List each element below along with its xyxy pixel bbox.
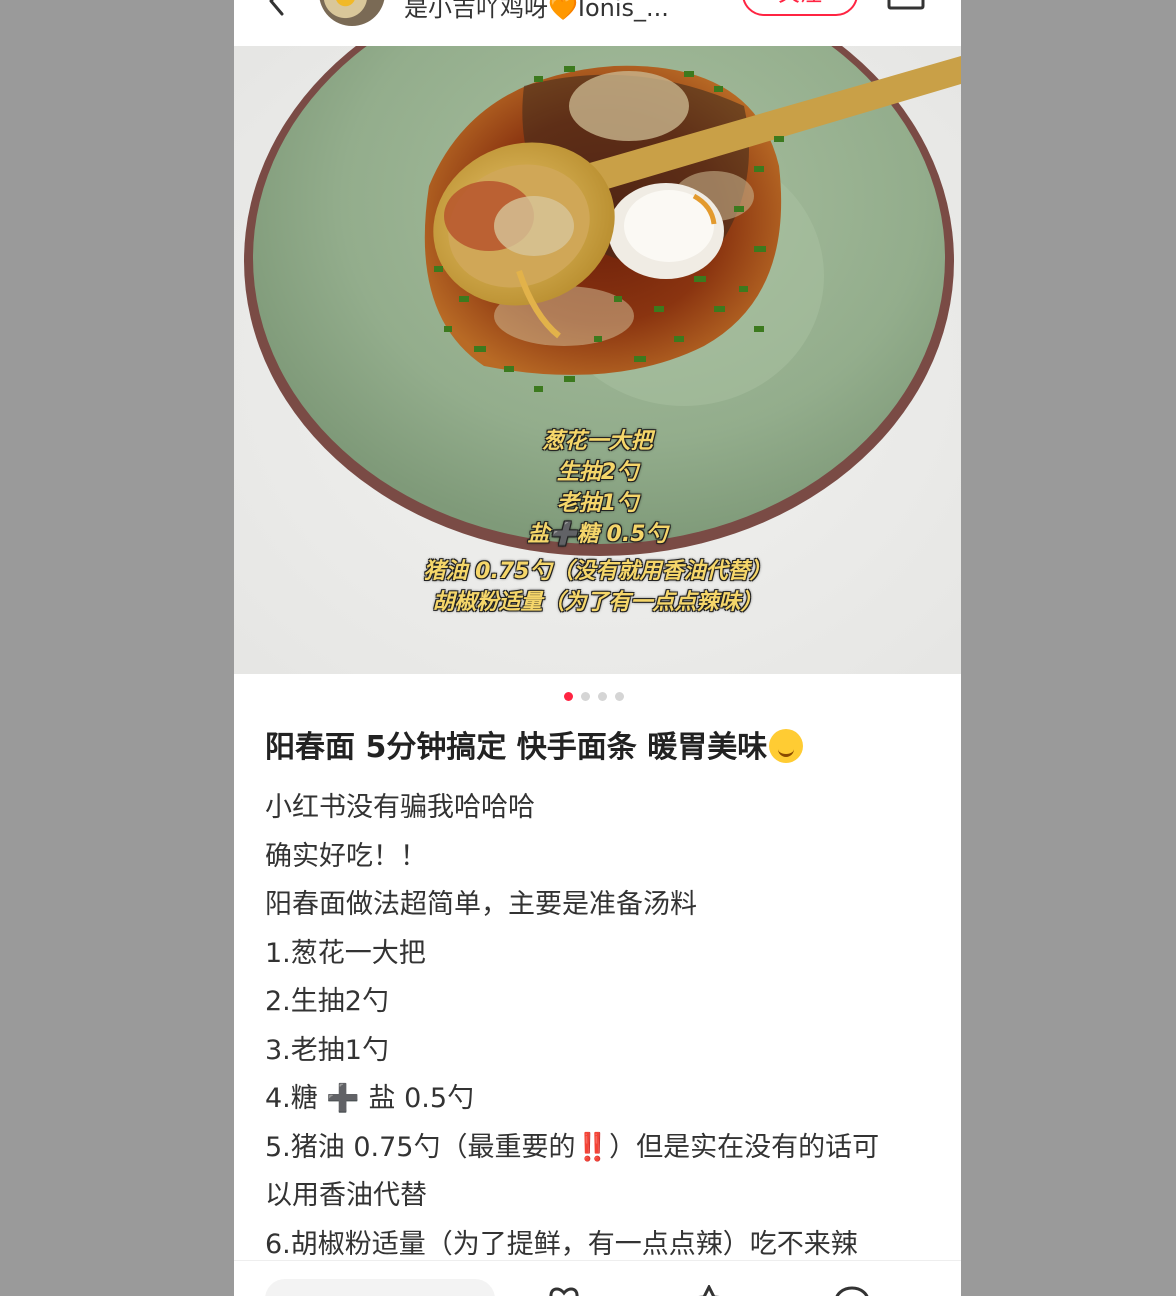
post-title-text: 阳春面 5分钟搞定 快手面条 暖胃美味 [265,730,768,765]
photo-caption-overlay: 葱花一大把 生抽2勺 老抽1勺 盐➕糖 0.5勺 猪油 0.75勺（没有就用香油… [234,426,961,618]
carousel-dot-active[interactable] [564,692,573,701]
author-name[interactable]: 是小吉吖鸡呀🧡Ionis_... [404,0,724,23]
comment-input[interactable] [265,1279,495,1296]
carousel-dot[interactable] [615,692,624,701]
overlay-line: 胡椒粉适量（为了有一点点辣味） [432,590,763,615]
body-line: 以用香油代替 [265,1180,427,1211]
overlay-line: 猪油 0.75勺（没有就用香油代替） [423,559,772,584]
post-body: 小红书没有骗我哈哈哈 确实好吃！！ 阳春面做法超简单，主要是准备汤料 1.葱花一… [265,784,945,1269]
post-title: 阳春面 5分钟搞定 快手面条 暖胃美味 [265,722,945,774]
body-line: 2.生抽2勺 [265,986,389,1017]
comment-icon[interactable] [832,1285,872,1296]
chevron-left-icon[interactable] [262,0,292,16]
body-line: 确实好吃！！ [265,840,427,872]
overlay-line: 盐➕糖 0.5勺 [527,522,668,547]
body-line: 阳春面做法超简单，主要是准备汤料 [265,889,697,920]
body-line: 1.葱花一大把 [265,937,426,969]
body-line: 4.糖 ➕ 盐 0.5勺 [265,1083,475,1114]
bottom-action-bar [234,1260,961,1296]
author-avatar[interactable] [319,0,385,26]
carousel-dot[interactable] [581,692,590,701]
top-bar: 是小吉吖鸡呀🧡Ionis_... 关注 [234,0,961,46]
overlay-line: 葱花一大把 [542,429,653,454]
body-line: 3.老抽1勺 [265,1034,389,1066]
body-line: 5.猪油 0.75勺（最重要的‼️）但是实在没有的话可 [265,1131,880,1163]
share-icon[interactable] [886,0,926,10]
follow-button[interactable]: 关注 [742,0,858,16]
phone-screen: 是小吉吖鸡呀🧡Ionis_... 关注 [234,0,961,1296]
star-icon[interactable] [689,1285,729,1296]
body-line: 小红书没有骗我哈哈哈 [265,792,535,823]
yum-face-emoji-icon [769,729,804,763]
overlay-line: 生抽2勺 [556,460,639,485]
post-image[interactable]: 葱花一大把 生抽2勺 老抽1勺 盐➕糖 0.5勺 猪油 0.75勺（没有就用香油… [234,46,961,674]
overlay-line: 老抽1勺 [556,491,639,516]
carousel-indicator [564,692,624,702]
heart-icon[interactable] [544,1285,584,1296]
carousel-dot[interactable] [598,692,607,701]
